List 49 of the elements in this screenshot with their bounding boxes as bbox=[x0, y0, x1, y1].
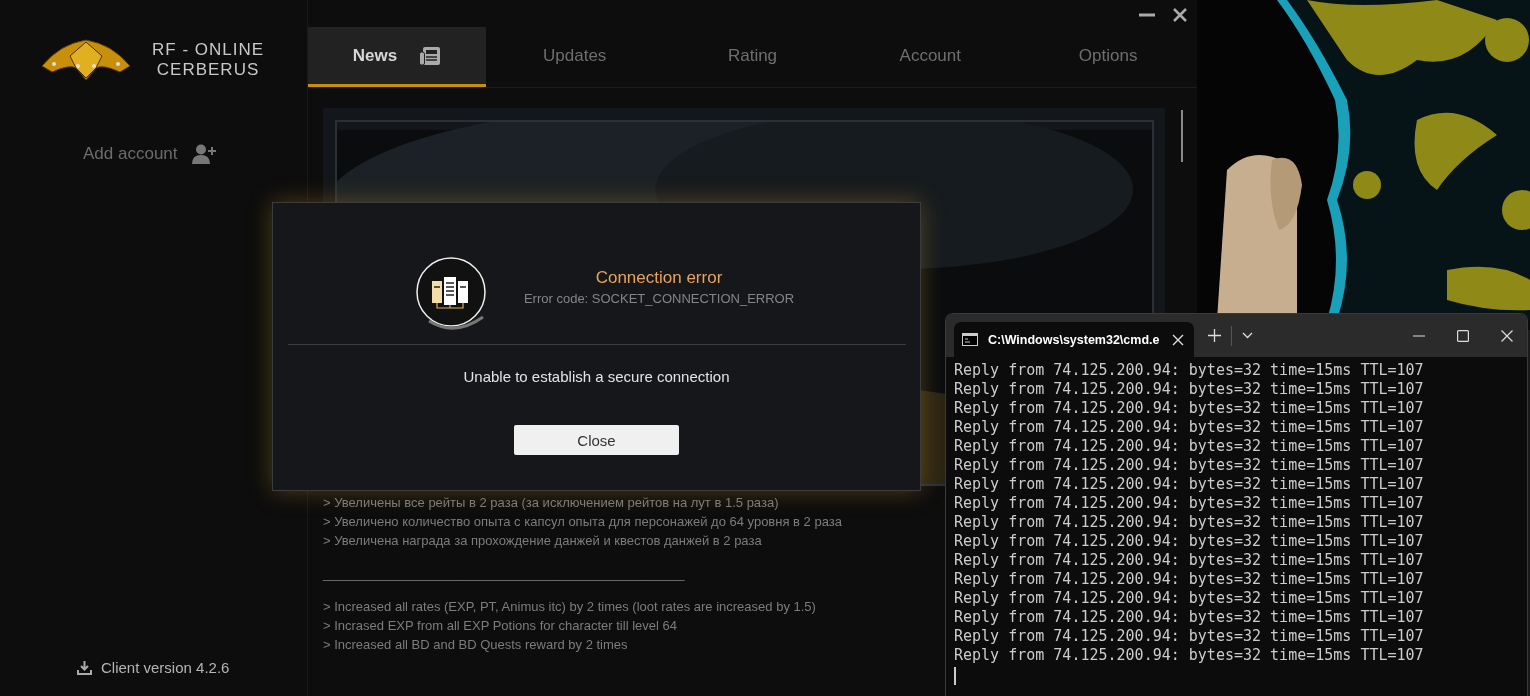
text-cursor bbox=[954, 667, 956, 685]
terminal-line: Reply from 74.125.200.94: bytes=32 time=15ms TTL=107 bbox=[954, 551, 1424, 570]
newspaper-icon bbox=[419, 45, 442, 66]
terminal-line: Reply from 74.125.200.94: bytes=32 time=15ms TTL=107 bbox=[954, 418, 1424, 437]
download-icon bbox=[77, 660, 92, 675]
tab[interactable]: News bbox=[308, 27, 486, 87]
maximize-icon[interactable] bbox=[1457, 329, 1469, 342]
tab[interactable]: Account bbox=[841, 27, 1020, 87]
tab[interactable]: Updates bbox=[485, 27, 664, 87]
terminal-line: Reply from 74.125.200.94: bytes=32 time=15ms TTL=107 bbox=[954, 361, 1424, 380]
tab[interactable]: Rating bbox=[663, 27, 842, 87]
close-icon[interactable] bbox=[1173, 7, 1187, 22]
terminal-line: Reply from 74.125.200.94: bytes=32 time=15ms TTL=107 bbox=[954, 646, 1424, 665]
news-line: > Увеличены все рейты в 2 раза (за исключением рейтов на лут в 1.5 раза) bbox=[323, 494, 779, 512]
console-icon bbox=[962, 333, 978, 346]
separator-line: __________________________________________________ bbox=[323, 565, 685, 583]
terminal-line: Reply from 74.125.200.94: bytes=32 time=15ms TTL=107 bbox=[954, 570, 1424, 589]
terminal-line: Reply from 74.125.200.94: bytes=32 time=15ms TTL=107 bbox=[954, 608, 1424, 627]
chevron-down-icon[interactable] bbox=[1242, 332, 1253, 339]
close-button[interactable]: Close bbox=[514, 425, 679, 455]
terminal-line: Reply from 74.125.200.94: bytes=32 time=15ms TTL=107 bbox=[954, 589, 1424, 608]
terminal-line: Reply from 74.125.200.94: bytes=32 time=15ms TTL=107 bbox=[954, 399, 1424, 418]
terminal-line: Reply from 74.125.200.94: bytes=32 time=15ms TTL=107 bbox=[954, 437, 1424, 456]
terminal-line: Reply from 74.125.200.94: bytes=32 time=15ms TTL=107 bbox=[954, 380, 1424, 399]
logo-icon bbox=[40, 38, 132, 82]
terminal-line: Reply from 74.125.200.94: bytes=32 time=15ms TTL=107 bbox=[954, 456, 1424, 475]
client-version: Client version 4.2.6 bbox=[101, 659, 230, 676]
terminal-line: Reply from 74.125.200.94: bytes=32 time=15ms TTL=107 bbox=[954, 475, 1424, 494]
logo-title: RF - ONLINE bbox=[152, 40, 265, 60]
error-message: Unable to establish a secure connection bbox=[463, 368, 730, 385]
plus-icon[interactable] bbox=[1208, 329, 1221, 342]
terminal-line: Reply from 74.125.200.94: bytes=32 time=15ms TTL=107 bbox=[954, 494, 1424, 513]
logo-subtitle: CERBERUS bbox=[156, 60, 260, 80]
dialog-title: Connection error bbox=[595, 268, 723, 288]
tab[interactable]: Options bbox=[1019, 27, 1197, 87]
person-plus-icon bbox=[191, 144, 216, 164]
terminal-line: Reply from 74.125.200.94: bytes=32 time=15ms TTL=107 bbox=[954, 627, 1424, 646]
news-line: > Увеличена награда за прохождение данжей и квестов данжей в 2 раза bbox=[323, 532, 762, 550]
news-line: > Увеличено количество опыта с капсул опыта для персонажей до 64 уровня в 2 раза bbox=[323, 513, 842, 531]
news-line: > Increased all BD and BD Quests reward by 2 times bbox=[323, 636, 628, 654]
add-account-button[interactable]: Add account bbox=[83, 144, 307, 164]
terminal-line: Reply from 74.125.200.94: bytes=32 time=15ms TTL=107 bbox=[954, 532, 1424, 551]
news-line: > Incrased EXP from all EXP Potions for character till level 64 bbox=[323, 617, 677, 635]
scrollbar[interactable] bbox=[1181, 110, 1183, 162]
news-line: > Increased all rates (EXP, PT, Animus itc) by 2 times (loot rates are increased by 1.5) bbox=[323, 598, 816, 616]
error-code: Error code: SOCKET_CONNECTION_ERROR bbox=[523, 291, 795, 306]
minimize-icon[interactable] bbox=[1413, 334, 1425, 337]
terminal-line: Reply from 74.125.200.94: bytes=32 time=15ms TTL=107 bbox=[954, 513, 1424, 532]
terminal-tab[interactable]: C:\Windows\system32\cmd.e bbox=[954, 322, 1194, 357]
